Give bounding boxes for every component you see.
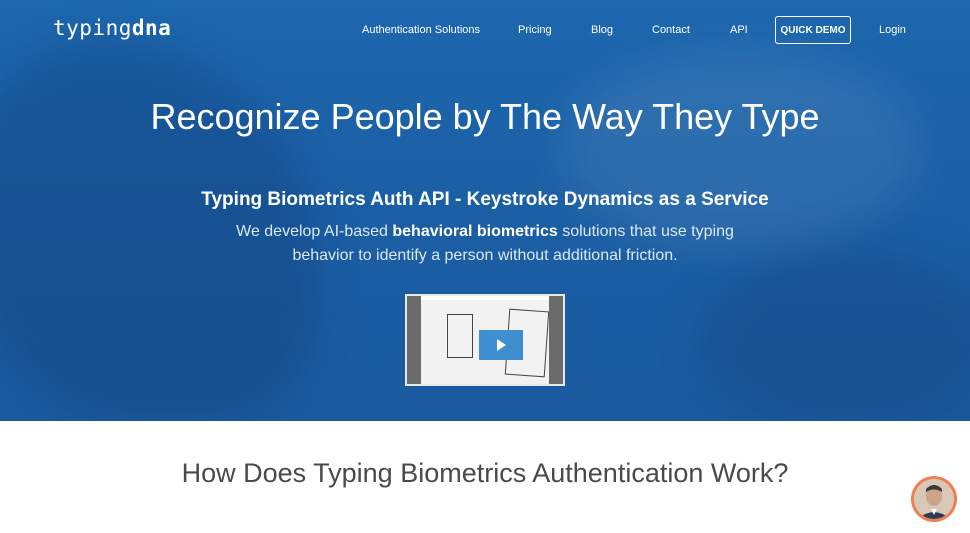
hero-description: We develop AI-based behavioral biometric… bbox=[225, 220, 745, 268]
sketch-device-drawing bbox=[447, 314, 473, 358]
how-it-works-title: How Does Typing Biometrics Authenticatio… bbox=[181, 458, 789, 488]
video-frame-left bbox=[407, 296, 421, 384]
nav-blog[interactable]: Blog bbox=[591, 24, 613, 36]
video-frame-right bbox=[549, 296, 563, 384]
nav-pricing[interactable]: Pricing bbox=[518, 24, 552, 36]
play-icon[interactable] bbox=[479, 330, 523, 360]
desc-bold: behavioral biometrics bbox=[392, 223, 558, 240]
desc-part-1: We develop AI-based bbox=[236, 223, 393, 240]
hero-section: typingdna Authentication Solutions Prici… bbox=[0, 0, 970, 421]
top-navigation: Authentication Solutions Pricing Blog Co… bbox=[0, 0, 970, 60]
nav-contact[interactable]: Contact bbox=[652, 24, 690, 36]
quick-demo-button[interactable]: QUICK DEMO bbox=[775, 16, 851, 44]
hero-headline: Recognize People by The Way They Type bbox=[150, 96, 820, 137]
nav-login[interactable]: Login bbox=[879, 24, 906, 36]
hero-subheadline: Typing Biometrics Auth API - Keystroke D… bbox=[201, 189, 769, 210]
video-sketch-area bbox=[421, 300, 550, 384]
hero-photo-shadow-right bbox=[700, 250, 970, 421]
nav-authentication-solutions[interactable]: Authentication Solutions bbox=[362, 24, 480, 36]
chat-avatar-icon[interactable] bbox=[911, 476, 957, 522]
video-thumbnail[interactable] bbox=[405, 294, 565, 386]
nav-api[interactable]: API bbox=[730, 24, 748, 36]
avatar bbox=[914, 479, 954, 519]
